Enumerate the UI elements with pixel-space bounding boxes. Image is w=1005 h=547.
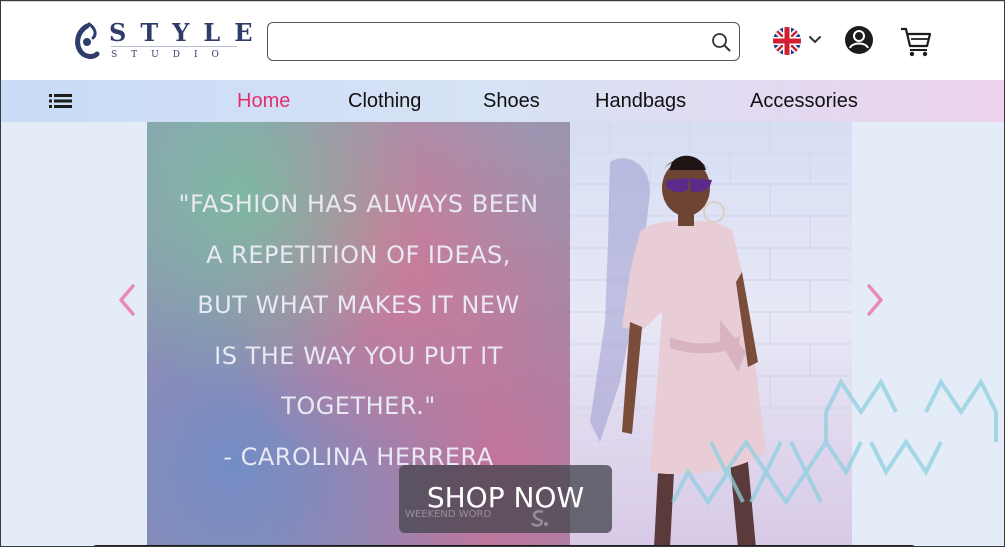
carousel-prev-arrow-icon[interactable]	[115, 282, 139, 318]
cart-icon[interactable]	[899, 24, 933, 58]
search-icon[interactable]	[711, 32, 731, 52]
quote-line: BUT WHAT MAKES IT NEW	[197, 291, 520, 319]
shop-now-button[interactable]: SHOP NOW WEEKEND WORD	[399, 465, 612, 533]
menu-list-icon[interactable]	[49, 93, 73, 109]
quote-line: TOGETHER."	[281, 392, 436, 420]
shop-now-caption: WEEKEND WORD	[405, 509, 492, 520]
hero-carousel: "FASHION HAS ALWAYS BEEN A REPETITION OF…	[1, 122, 1004, 546]
nav-item-home[interactable]: Home	[237, 90, 290, 113]
quote-line: A REPETITION OF IDEAS,	[206, 241, 511, 269]
nav-item-handbags[interactable]: Handbags	[595, 90, 686, 113]
logo-mark-icon	[75, 22, 100, 59]
search-input[interactable]	[276, 29, 696, 55]
chevron-down-icon[interactable]	[808, 34, 822, 46]
brand-sub: STUDIO	[111, 50, 233, 60]
account-icon[interactable]	[844, 25, 874, 55]
watermark-logo	[671, 378, 998, 506]
main-nav: Home Clothing Shoes Handbags Accessories	[1, 80, 1004, 122]
brand-name: STYLE	[109, 18, 267, 47]
uk-flag-icon[interactable]	[773, 27, 801, 55]
nav-item-shoes[interactable]: Shoes	[483, 90, 540, 113]
search-box[interactable]	[267, 22, 740, 61]
brand-divider	[111, 46, 237, 47]
app-window: STYLE STUDIO Home Clothing Shoes Handbag…	[0, 0, 1005, 547]
nav-item-accessories[interactable]: Accessories	[750, 90, 858, 113]
quote-line: IS THE WAY YOU PUT IT	[214, 342, 503, 370]
site-header: STYLE STUDIO	[1, 1, 1004, 80]
sub-logo-icon	[530, 510, 548, 527]
brand-logo[interactable]: STYLE STUDIO	[71, 16, 253, 66]
nav-item-clothing[interactable]: Clothing	[348, 90, 421, 113]
quote-line: "FASHION HAS ALWAYS BEEN	[178, 190, 539, 218]
carousel-next-arrow-icon[interactable]	[863, 282, 887, 318]
